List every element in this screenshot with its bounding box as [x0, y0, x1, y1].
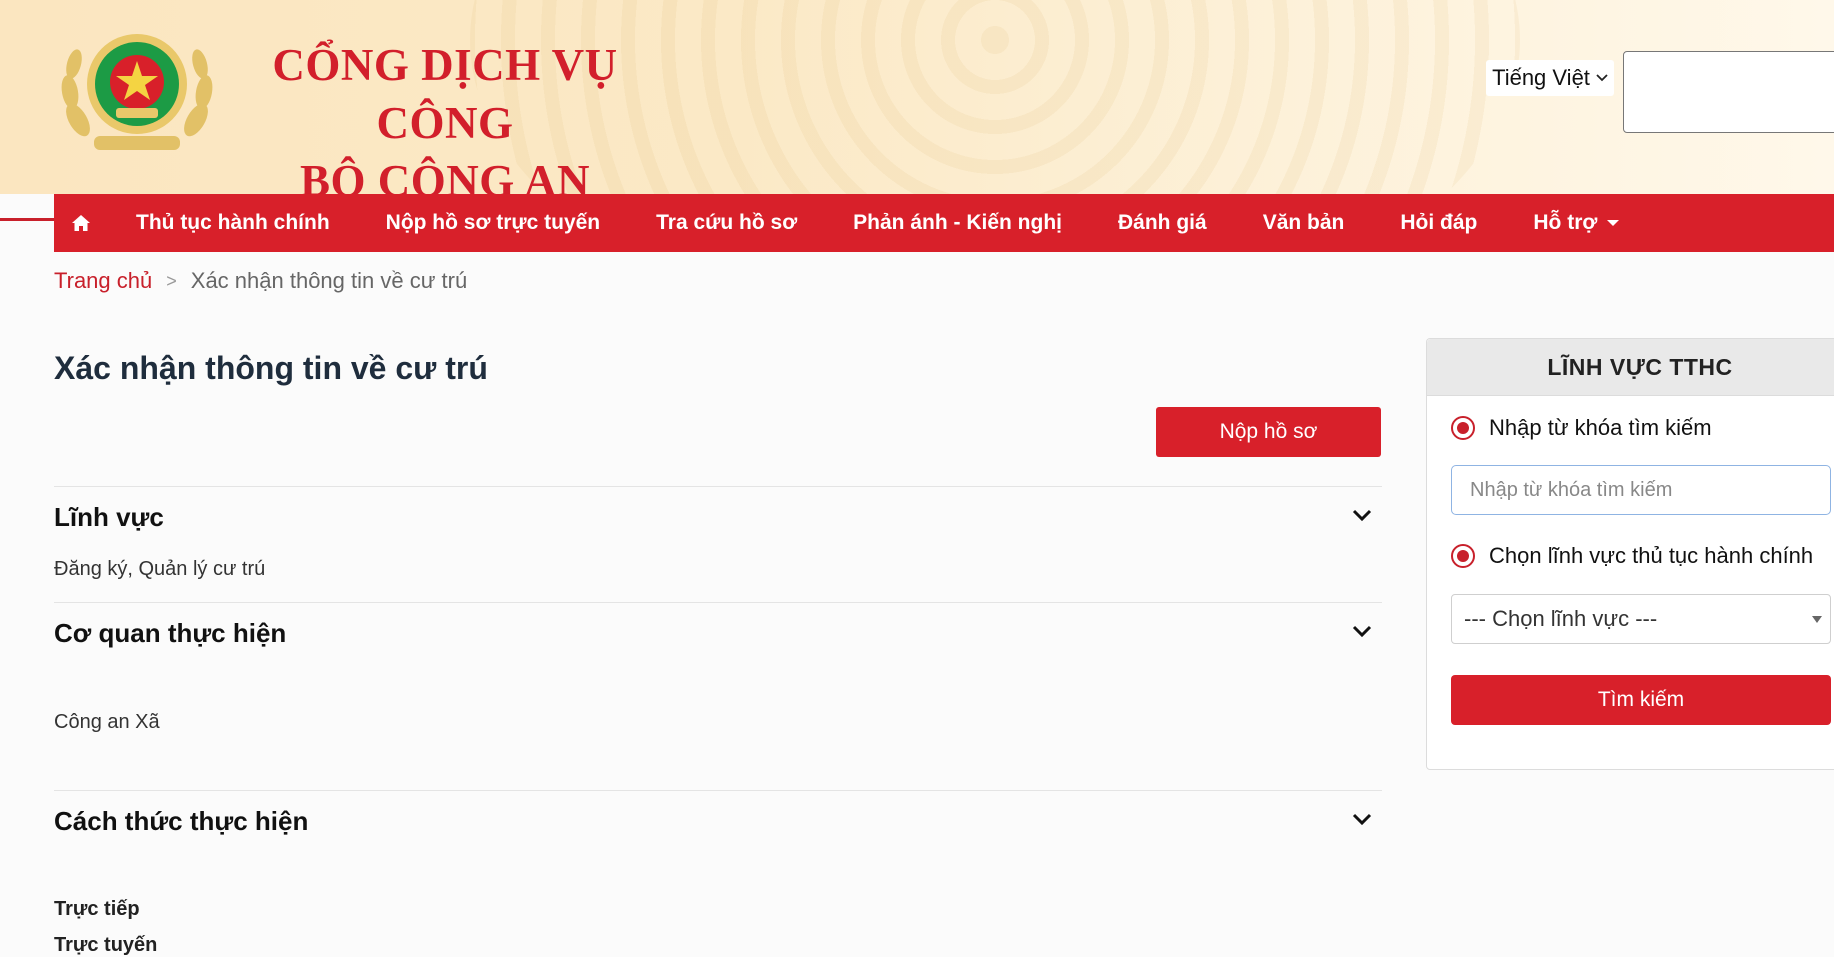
header-search-box[interactable] [1623, 51, 1834, 133]
nav-item-label: Tra cứu hồ sơ [656, 211, 798, 234]
dropdown-arrow-icon [1812, 616, 1822, 623]
section-title-co-quan[interactable]: Cơ quan thực hiện [54, 618, 286, 649]
field-filter-panel: LĨNH VỰC TTHC Nhập từ khóa tìm kiếm Chọn… [1426, 338, 1834, 770]
home-icon [72, 215, 90, 231]
nav-item-label: Nộp hồ sơ trực tuyến [385, 211, 601, 234]
nav-item-label: Thủ tục hành chính [136, 211, 330, 234]
submit-application-button[interactable]: Nộp hồ sơ [1156, 407, 1381, 457]
chevron-down-icon[interactable] [1352, 813, 1372, 827]
breadcrumb-separator: > [166, 270, 177, 291]
nav-item-danh-gia[interactable]: Đánh giá [1090, 211, 1235, 235]
section-content-linh-vuc: Đăng ký, Quản lý cư trú [54, 558, 266, 580]
field-select[interactable]: --- Chọn lĩnh vực --- [1451, 594, 1831, 644]
radio-dot [1457, 550, 1469, 562]
language-label: Tiếng Việt [1492, 65, 1590, 90]
radio-field-label: Chọn lĩnh vực thủ tục hành chính [1489, 543, 1814, 568]
breadcrumb-current: Xác nhận thông tin về cư trú [190, 268, 468, 293]
search-button[interactable]: Tìm kiếm [1451, 675, 1831, 725]
header-accent-line [0, 218, 54, 221]
section-divider [54, 790, 1382, 791]
caret-down-icon [1607, 220, 1620, 226]
nav-item-phan-anh[interactable]: Phản ánh - Kiến nghị [825, 211, 1090, 235]
radio-button[interactable] [1451, 544, 1475, 568]
method-item: Trực tiếp [54, 898, 140, 920]
nav-item-tra-cuu[interactable]: Tra cứu hồ sơ [628, 211, 825, 235]
panel-title: LĨNH VỰC TTHC [1427, 339, 1834, 396]
field-select-value: --- Chọn lĩnh vực --- [1464, 606, 1658, 631]
section-divider [54, 602, 1382, 603]
nav-item-hoi-dap[interactable]: Hỏi đáp [1372, 211, 1505, 235]
section-divider [54, 486, 1382, 487]
brand-line-2: BỘ CÔNG AN [299, 156, 591, 194]
chevron-down-icon[interactable] [1352, 625, 1372, 639]
brand-title[interactable]: CỔNG DỊCH VỤ CÔNG BỘ CÔNG AN [235, 36, 655, 194]
method-item: Trực tuyến [54, 934, 158, 956]
keyword-search-input[interactable] [1451, 465, 1831, 515]
nav-home-button[interactable] [54, 214, 108, 232]
breadcrumb: Trang chủ > Xác nhận thông tin về cư trú [54, 268, 467, 294]
radio-dot [1457, 422, 1469, 434]
nav-item-label: Phản ánh - Kiến nghị [853, 211, 1062, 234]
nav-item-label: Văn bản [1262, 211, 1345, 234]
site-header: CỔNG DỊCH VỤ CÔNG BỘ CÔNG AN Tiếng Việt [0, 0, 1834, 194]
breadcrumb-home-link[interactable]: Trang chủ [54, 268, 152, 294]
nav-item-label: Đánh giá [1118, 211, 1207, 234]
section-title-linh-vuc[interactable]: Lĩnh vực [54, 502, 164, 533]
nav-item-label: Hỗ trợ [1533, 211, 1598, 234]
page-title: Xác nhận thông tin về cư trú [54, 350, 488, 386]
nav-item-thu-tuc[interactable]: Thủ tục hành chính [108, 211, 358, 235]
nav-item-ho-tro[interactable]: Hỗ trợ [1505, 211, 1647, 235]
section-title-cach-thuc[interactable]: Cách thức thực hiện [54, 806, 308, 837]
police-emblem-icon[interactable] [54, 20, 220, 158]
chevron-down-icon [1596, 74, 1608, 82]
brand-line-1: CỔNG DỊCH VỤ CÔNG [272, 40, 618, 148]
radio-button[interactable] [1451, 416, 1475, 440]
radio-field-option[interactable]: Chọn lĩnh vực thủ tục hành chính [1451, 543, 1813, 569]
nav-item-van-ban[interactable]: Văn bản [1235, 211, 1373, 235]
radio-keyword-option[interactable]: Nhập từ khóa tìm kiếm [1451, 415, 1712, 441]
radio-keyword-label: Nhập từ khóa tìm kiếm [1489, 415, 1712, 440]
nav-item-label: Hỏi đáp [1400, 211, 1478, 234]
section-content-co-quan: Công an Xã [54, 711, 160, 733]
main-nav: Thủ tục hành chính Nộp hồ sơ trực tuyến … [54, 194, 1834, 252]
language-select[interactable]: Tiếng Việt [1486, 60, 1614, 96]
nav-item-nop-ho-so[interactable]: Nộp hồ sơ trực tuyến [358, 211, 628, 235]
chevron-down-icon[interactable] [1352, 509, 1372, 523]
